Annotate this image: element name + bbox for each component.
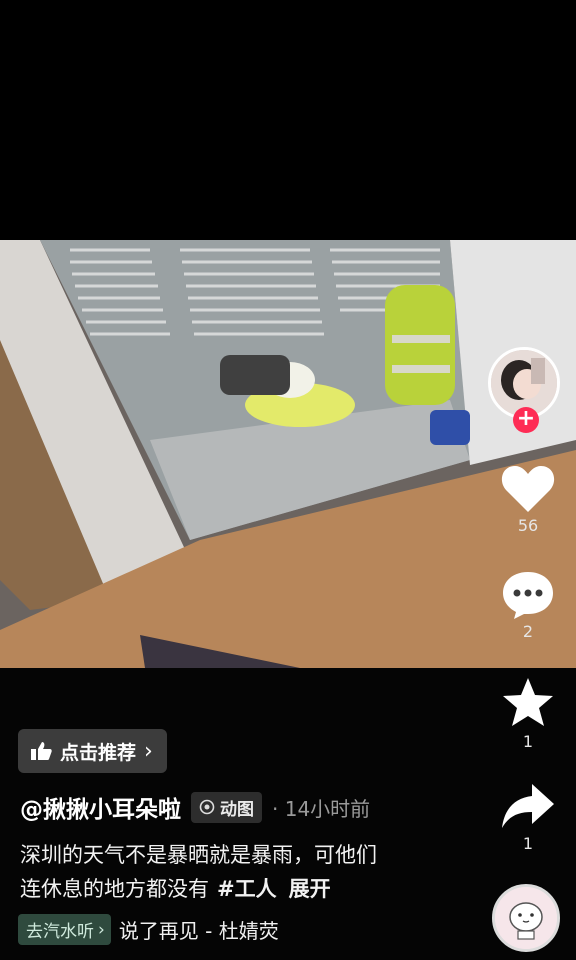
anim-tag[interactable]: 动图 [191,791,262,823]
share-button[interactable]: 1 [498,782,558,853]
recommend-label: 点击推荐 [60,741,137,764]
video-frame [0,240,576,668]
description-line-1: 深圳的天气不是暴晒就是暴雨，可他们 [20,843,377,867]
heart-icon [501,466,555,512]
author-line: @揪揪小耳朵啦 动图 · 14小时前 [20,790,370,824]
hashtag-link[interactable]: #工人 [217,877,277,901]
listen-chip-label: 去汽水听 [26,922,94,942]
music-cover-icon [495,887,557,949]
follow-button[interactable]: + [513,407,539,433]
thumbs-up-icon [31,742,52,760]
favorite-count: 1 [522,732,534,751]
top-letterbox [0,0,576,240]
author-name[interactable]: @揪揪小耳朵啦 [20,790,181,824]
recommend-button[interactable]: 点击推荐 › [18,729,167,773]
share-arrow-icon [502,784,554,828]
music-line: 去汽水听 › 说了再见 - 杜婧荧 [18,914,279,945]
comment-icon [503,572,553,619]
chevron-right-icon: › [98,919,105,940]
comment-count: 2 [522,622,534,641]
author-avatar[interactable]: + [488,347,564,433]
post-time: · 14小时前 [272,796,371,821]
video-player[interactable] [0,240,576,668]
comment-button[interactable]: 2 [498,568,558,641]
description-line-2: 连休息的地方都没有 [20,877,209,901]
anim-tag-label: 动图 [220,799,254,820]
music-disc[interactable] [492,884,560,952]
like-button[interactable]: 56 [498,462,558,535]
star-icon [503,678,553,726]
music-title[interactable]: 说了再见 - 杜婧荧 [119,915,279,944]
like-count: 56 [517,516,539,535]
expand-button[interactable]: 展开 [289,877,331,901]
share-count: 1 [522,834,534,853]
favorite-button[interactable]: 1 [498,676,558,751]
listen-in-app-chip[interactable]: 去汽水听 › [18,914,111,945]
video-description: 深圳的天气不是暴晒就是暴雨，可他们 连休息的地方都没有 #工人 展开 [20,838,460,906]
anim-icon [199,799,215,815]
chevron-right-icon: › [144,738,153,764]
